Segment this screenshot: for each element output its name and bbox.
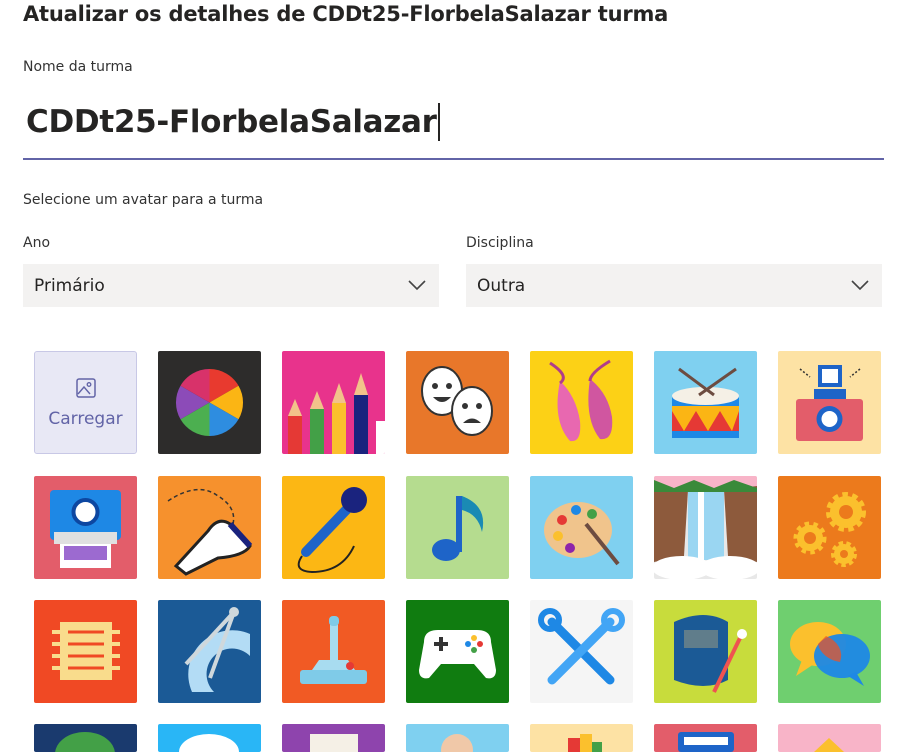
chevron-down-icon [408,280,426,291]
theater-masks-icon [406,351,509,454]
avatar-circuit-chip[interactable] [34,600,137,703]
game-controller-icon [406,600,509,703]
avatar-color-wheel[interactable] [158,351,261,454]
microphone-icon [282,476,385,579]
upload-label: Carregar [48,408,123,429]
welding-mask-icon [654,600,757,703]
subject-selected: Outra [477,275,526,296]
paint-palette-icon [530,476,633,579]
compass-icon [158,600,261,703]
year-dropdown[interactable]: Primário [23,264,439,307]
image-icon [75,377,96,398]
avatar-paint-palette[interactable] [530,476,633,579]
globe-icon [34,724,137,752]
avatar-chat-bubbles[interactable] [778,600,881,703]
avatar-prompt: Selecione um avatar para a turma [23,192,264,208]
wrenches-icon [530,600,633,703]
books-stack-icon [530,724,633,752]
avatar-joystick[interactable] [282,600,385,703]
avatar-dance-shoe[interactable] [158,476,261,579]
avatar-books-stack[interactable] [530,724,633,752]
avatar-welding-mask[interactable] [654,600,757,703]
avatar-microphone[interactable] [282,476,385,579]
avatar-theater-masks[interactable] [406,351,509,454]
instant-camera-icon [34,476,137,579]
year-selected: Primário [34,275,105,296]
chat-bubbles-icon [778,600,881,703]
avatar-camera[interactable] [778,351,881,454]
subject-dropdown[interactable]: Outra [466,264,882,307]
book-icon [282,724,385,752]
ballet-shoes-icon [530,351,633,454]
avatar-colored-pencils[interactable] [282,351,385,454]
circuit-chip-icon [34,600,137,703]
camera-icon [778,351,881,454]
avatar-wrenches[interactable] [530,600,633,703]
avatar-globe[interactable] [34,724,137,752]
avatar-compass-protractor[interactable] [158,600,261,703]
avatar-music-note[interactable] [406,476,509,579]
avatar-book[interactable] [282,724,385,752]
dance-shoe-icon [158,476,261,579]
avatar-cloud[interactable] [158,724,261,752]
calculator-icon [654,724,757,752]
avatar-instant-camera[interactable] [34,476,137,579]
dialog-title: Atualizar os detalhes de CDDt25-Florbela… [23,2,669,26]
music-note-icon [406,476,509,579]
class-name-input[interactable]: CDDt25-FlorbelaSalazar [23,96,884,160]
cloud-icon [158,724,261,752]
class-name-value[interactable]: CDDt25-FlorbelaSalazar [26,102,440,143]
avatar-calculator[interactable] [654,724,757,752]
joystick-icon [282,600,385,703]
pencils-icon [282,351,385,454]
avatar-drum[interactable] [654,351,757,454]
avatar-game-controller[interactable] [406,600,509,703]
blocks-icon [778,724,881,752]
chevron-down-icon [851,280,869,291]
color-wheel-icon [158,351,261,454]
text-caret [437,102,440,141]
gears-icon [778,476,881,579]
subject-label: Disciplina [466,235,534,251]
avatar-ballet-shoes[interactable] [530,351,633,454]
waterfall-icon [654,476,757,579]
drum-icon [654,351,757,454]
person-icon [406,724,509,752]
class-name-label: Nome da turma [23,59,133,75]
avatar-gears[interactable] [778,476,881,579]
year-label: Ano [23,235,51,251]
upload-avatar-button[interactable]: Carregar [34,351,137,454]
avatar-blocks[interactable] [778,724,881,752]
avatar-waterfall[interactable] [654,476,757,579]
avatar-person[interactable] [406,724,509,752]
